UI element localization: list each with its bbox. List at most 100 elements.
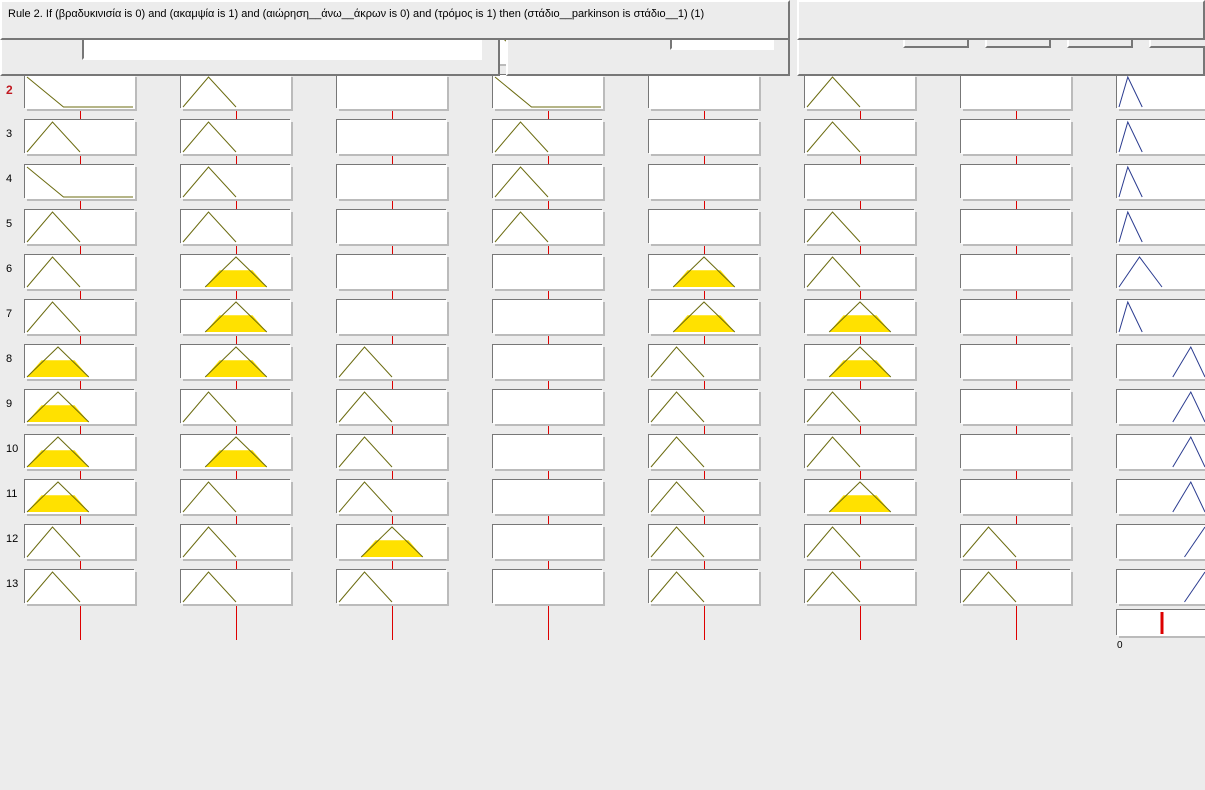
mf-cell[interactable] [805,255,915,289]
mf-cell[interactable] [961,435,1071,469]
mf-cell[interactable] [25,345,135,379]
mf-cell[interactable] [181,390,291,424]
output-cell[interactable] [1117,255,1205,289]
mf-cell[interactable] [961,345,1071,379]
output-cell[interactable] [1117,435,1205,469]
row-label-11[interactable]: 11 [6,488,22,500]
mf-cell[interactable] [805,300,915,334]
mf-cell[interactable] [649,480,759,514]
mf-cell[interactable] [493,75,603,109]
row-label-3[interactable]: 3 [6,128,22,140]
output-cell[interactable] [1117,165,1205,199]
mf-cell[interactable] [25,525,135,559]
mf-cell[interactable] [181,75,291,109]
output-cell[interactable] [1117,75,1205,109]
mf-cell[interactable] [181,570,291,604]
mf-cell[interactable] [181,435,291,469]
mf-cell[interactable] [25,120,135,154]
mf-cell[interactable] [961,255,1071,289]
row-label-4[interactable]: 4 [6,173,22,185]
mf-cell[interactable] [181,255,291,289]
mf-cell[interactable] [25,390,135,424]
mf-cell[interactable] [337,525,447,559]
mf-cell[interactable] [961,300,1071,334]
output-cell[interactable] [1117,345,1205,379]
mf-cell[interactable] [649,345,759,379]
mf-cell[interactable] [961,390,1071,424]
mf-cell[interactable] [493,480,603,514]
mf-cell[interactable] [493,390,603,424]
mf-cell[interactable] [337,165,447,199]
mf-cell[interactable] [493,210,603,244]
mf-cell[interactable] [25,570,135,604]
mf-cell[interactable] [25,75,135,109]
mf-cell[interactable] [181,210,291,244]
mf-cell[interactable] [337,390,447,424]
row-label-8[interactable]: 8 [6,353,22,365]
mf-cell[interactable] [805,210,915,244]
mf-cell[interactable] [805,570,915,604]
mf-cell[interactable] [961,75,1071,109]
mf-cell[interactable] [961,570,1071,604]
mf-cell[interactable] [805,75,915,109]
mf-cell[interactable] [649,210,759,244]
mf-cell[interactable] [181,525,291,559]
row-label-9[interactable]: 9 [6,398,22,410]
mf-cell[interactable] [181,120,291,154]
mf-cell[interactable] [337,345,447,379]
row-label-6[interactable]: 6 [6,263,22,275]
row-label-2[interactable]: 2 [6,83,22,97]
mf-cell[interactable] [493,435,603,469]
mf-cell[interactable] [337,480,447,514]
mf-cell[interactable] [805,435,915,469]
row-label-12[interactable]: 12 [6,533,22,545]
mf-cell[interactable] [25,300,135,334]
mf-cell[interactable] [961,210,1071,244]
mf-cell[interactable] [805,525,915,559]
mf-cell[interactable] [961,525,1071,559]
mf-cell[interactable] [493,345,603,379]
output-cell[interactable] [1117,525,1205,559]
mf-cell[interactable] [649,165,759,199]
row-label-13[interactable]: 13 [6,578,22,590]
mf-cell[interactable] [181,165,291,199]
mf-cell[interactable] [805,165,915,199]
mf-cell[interactable] [181,300,291,334]
mf-cell[interactable] [337,255,447,289]
mf-cell[interactable] [649,255,759,289]
mf-cell[interactable] [493,120,603,154]
mf-cell[interactable] [649,435,759,469]
row-label-10[interactable]: 10 [6,443,22,455]
mf-cell[interactable] [805,120,915,154]
mf-cell[interactable] [25,255,135,289]
aggregate-output[interactable] [1117,610,1205,636]
mf-cell[interactable] [649,525,759,559]
mf-cell[interactable] [805,390,915,424]
output-cell[interactable] [1117,390,1205,424]
mf-cell[interactable] [961,480,1071,514]
mf-cell[interactable] [961,165,1071,199]
mf-cell[interactable] [337,435,447,469]
output-cell[interactable] [1117,210,1205,244]
mf-cell[interactable] [805,345,915,379]
mf-cell[interactable] [493,525,603,559]
mf-cell[interactable] [181,345,291,379]
mf-cell[interactable] [337,120,447,154]
mf-cell[interactable] [25,210,135,244]
mf-cell[interactable] [337,300,447,334]
mf-cell[interactable] [493,255,603,289]
mf-cell[interactable] [961,120,1071,154]
mf-cell[interactable] [337,570,447,604]
mf-cell[interactable] [493,300,603,334]
output-cell[interactable] [1117,300,1205,334]
mf-cell[interactable] [649,390,759,424]
row-label-7[interactable]: 7 [6,308,22,320]
mf-cell[interactable] [805,480,915,514]
mf-cell[interactable] [25,480,135,514]
mf-cell[interactable] [25,165,135,199]
mf-cell[interactable] [493,570,603,604]
mf-cell[interactable] [649,300,759,334]
mf-cell[interactable] [337,210,447,244]
mf-cell[interactable] [649,120,759,154]
output-cell[interactable] [1117,480,1205,514]
